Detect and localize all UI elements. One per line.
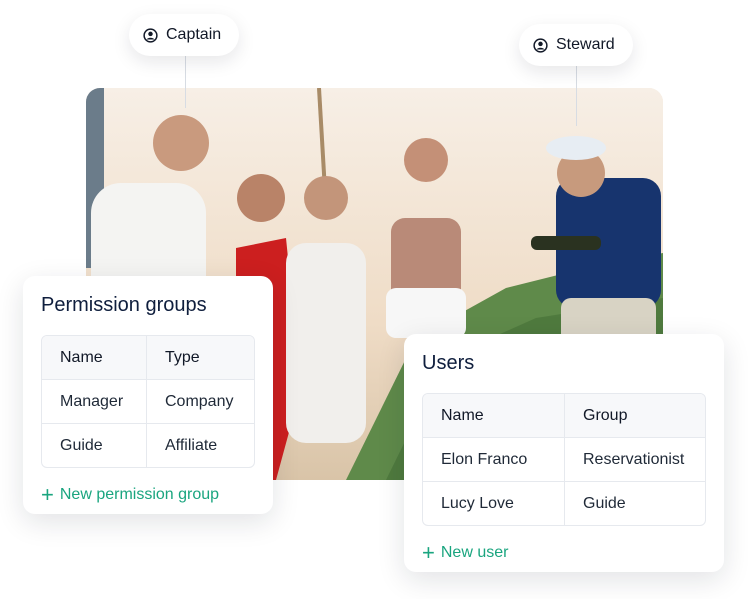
users-card: Users Name Group Elon Franco Reservation… [404,334,724,572]
cell-group: Reservationist [565,438,705,482]
steward-tag-label: Steward [556,36,615,53]
column-header-name: Name [423,394,565,438]
table-row[interactable]: Guide Affiliate [42,424,254,467]
user-circle-icon [533,37,548,53]
captain-tag-label: Captain [166,26,222,43]
steward-connector-line [576,66,577,126]
cell-group: Guide [583,494,626,512]
new-user-button[interactable]: + New user [422,540,706,565]
plus-icon: + [41,482,54,507]
cell-type: Affiliate [165,436,218,454]
table-row[interactable]: Elon Franco Reservationist [423,438,705,482]
permission-groups-card: Permission groups Name Type Manager Comp… [23,276,273,514]
column-header-group: Group [565,394,705,438]
table-header-row: Name Type [42,336,254,380]
users-title: Users [422,352,475,374]
captain-connector-line [185,56,186,108]
table-header-row: Name Group [423,394,705,438]
users-table: Name Group Elon Franco Reservationist Lu… [422,393,706,526]
permission-groups-table: Name Type Manager Company Guide Affiliat… [41,335,255,468]
steward-tag: Steward [519,24,633,66]
permission-groups-title: Permission groups [41,294,207,316]
cell-type: Company [147,380,254,424]
user-circle-icon [143,27,158,43]
plus-icon: + [422,540,435,565]
new-user-label: New user [440,544,509,561]
cell-name: Manager [42,380,147,424]
captain-tag: Captain [129,14,240,56]
cell-name: Guide [42,424,147,467]
new-permission-group-label: New permission group [59,486,220,503]
cell-name: Lucy Love [423,482,565,525]
column-header-type: Type [147,336,254,380]
new-permission-group-button[interactable]: + New permission group [41,482,255,507]
cell-name: Elon Franco [423,438,565,482]
table-row[interactable]: Lucy Love Guide [423,482,705,525]
column-header-name: Name [42,336,147,380]
table-row[interactable]: Manager Company [42,380,254,424]
